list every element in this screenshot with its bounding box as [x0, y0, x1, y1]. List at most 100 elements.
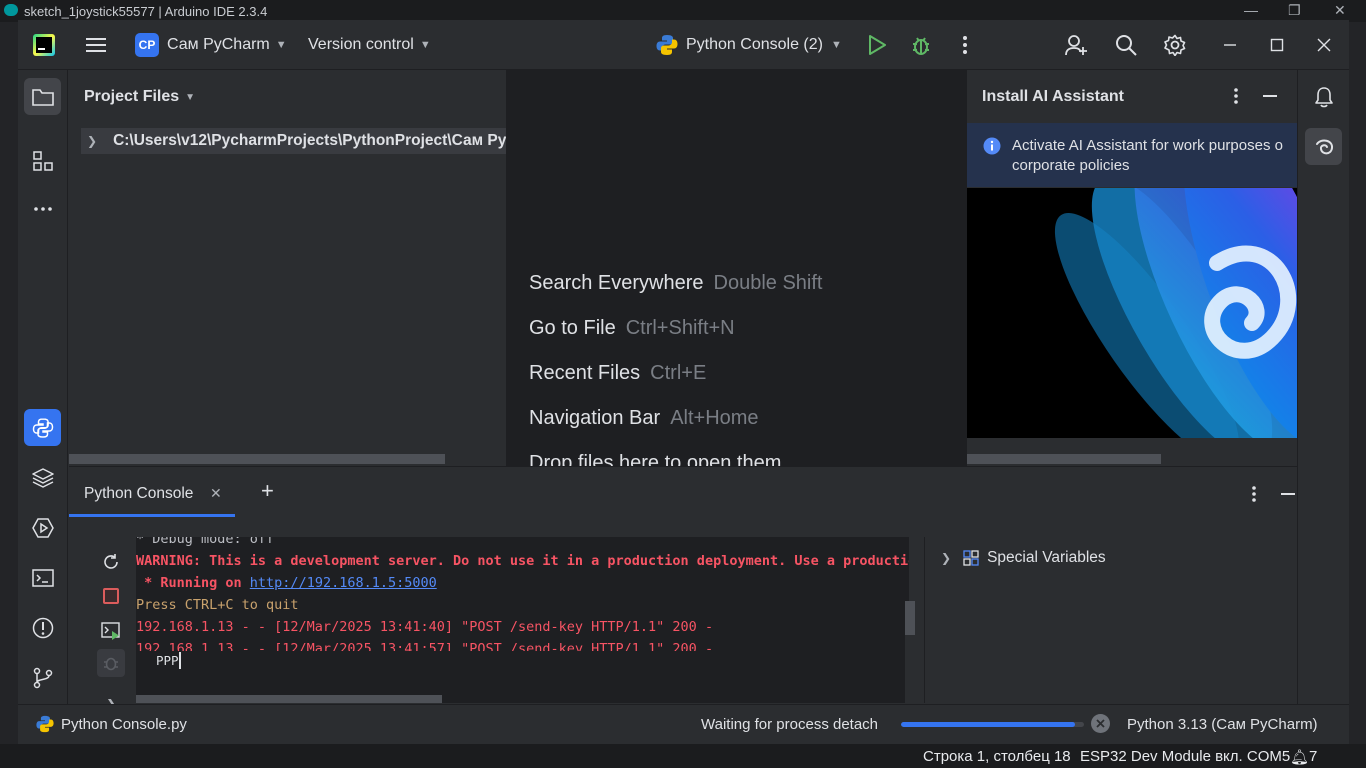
hint-search-everywhere: Search Everywhere Double Shift — [529, 272, 823, 295]
rerun-icon[interactable] — [102, 553, 120, 576]
terminal-tool-button[interactable] — [24, 559, 61, 596]
settings-gear-icon[interactable] — [1162, 32, 1188, 58]
notifications-tool-button[interactable] — [1305, 78, 1342, 115]
layers-tool-button[interactable] — [24, 459, 61, 496]
project-panel-header[interactable]: Project Files ▼ — [84, 88, 195, 106]
close-tab-icon[interactable]: ✕ — [210, 485, 222, 502]
ai-banner-line1: Activate AI Assistant for work purposes … — [1012, 137, 1283, 154]
status-file[interactable]: Python Console.py — [36, 715, 187, 733]
debug-disabled-icon — [97, 649, 125, 677]
console-execute-icon[interactable] — [101, 622, 121, 645]
arduino-close-button[interactable]: ✕ — [1334, 2, 1346, 19]
ai-banner-text: Activate AI Assistant for work purposes … — [1012, 136, 1283, 176]
status-process-text: Waiting for process detach — [701, 716, 879, 733]
chevron-right-icon[interactable]: ❯ — [941, 551, 951, 565]
services-tool-button[interactable] — [24, 509, 61, 546]
board-port[interactable]: ESP32 Dev Module вкл. COM5 — [1080, 748, 1290, 765]
ai-panel-hide-icon[interactable] — [1263, 95, 1277, 97]
chevron-right-icon[interactable]: ❯ — [87, 134, 97, 148]
run-config-label: Python Console (2) — [686, 36, 823, 53]
python-icon — [656, 35, 678, 55]
process-progress-bar — [901, 722, 1084, 727]
ai-panel-title: Install AI Assistant — [982, 88, 1124, 105]
vcs-widget[interactable]: Version control ▼ — [308, 32, 431, 58]
project-badge: CP — [135, 33, 159, 57]
stop-icon[interactable] — [103, 588, 119, 604]
hint-action: Drop files here to open them — [529, 452, 782, 466]
ai-activation-banner[interactable]: Activate AI Assistant for work purposes … — [967, 123, 1297, 187]
problems-tool-button[interactable] — [24, 609, 61, 646]
console-hide-icon[interactable] — [1281, 493, 1295, 495]
console-horizontal-scrollbar[interactable] — [136, 695, 442, 703]
chevron-down-icon: ▼ — [830, 39, 842, 51]
console-line-text: * Running on — [136, 575, 250, 591]
main-menu-icon[interactable] — [83, 32, 109, 58]
special-variables-node[interactable]: ❯ Special Variables — [941, 549, 1106, 567]
python-console-tool-button[interactable] — [24, 409, 61, 446]
layers-icon — [31, 467, 54, 488]
console-vertical-scrollbar[interactable] — [905, 601, 915, 703]
arduino-maximize-button[interactable]: ❐ — [1288, 2, 1301, 19]
console-output[interactable]: * Debug mode: off WARNING: This is a dev… — [136, 537, 909, 651]
cancel-process-icon[interactable] — [1091, 714, 1110, 733]
notifications-bell-icon[interactable]: 🔔︎ — [1290, 748, 1309, 766]
interpreter-widget[interactable]: Python 3.13 (Сам PyCharm) — [1127, 716, 1318, 733]
terminal-icon — [31, 568, 54, 587]
structure-tool-button[interactable] — [24, 142, 61, 179]
git-tool-button[interactable] — [24, 659, 61, 696]
ai-assistant-artwork — [967, 188, 1297, 438]
ai-panel-scrollbar[interactable] — [967, 454, 1161, 464]
hint-recent-files: Recent Files Ctrl+E — [529, 362, 706, 385]
console-line: WARNING: This is a development server. D… — [136, 553, 909, 569]
text-cursor — [179, 652, 181, 669]
ai-banner-line2: corporate policies — [1012, 157, 1130, 174]
left-tool-strip — [18, 70, 68, 704]
hint-shortcut: Ctrl+Shift+N — [625, 317, 735, 339]
notifications-count[interactable]: 7 — [1309, 748, 1317, 765]
arduino-minimize-button[interactable]: — — [1244, 2, 1258, 18]
project-horizontal-scrollbar[interactable] — [69, 454, 445, 464]
main-toolbar: CP Сам PyCharm ▼ Version control ▼ Pytho… — [18, 20, 1349, 70]
more-tools-button[interactable] — [24, 190, 61, 227]
hint-action: Go to File — [529, 317, 616, 339]
hint-navigation-bar: Navigation Bar Alt+Home — [529, 407, 759, 430]
tab-python-console[interactable]: Python Console ✕ — [69, 467, 235, 517]
console-link[interactable]: http://192.168.1.5:5000 — [250, 575, 437, 591]
special-variables-label: Special Variables — [987, 549, 1106, 566]
ai-panel-options-icon[interactable] — [1233, 87, 1239, 110]
project-widget[interactable]: CP Сам PyCharm ▼ — [135, 32, 287, 58]
run-config-widget[interactable]: Python Console (2) ▼ — [656, 32, 842, 58]
project-tool-button[interactable] — [24, 78, 61, 115]
hint-shortcut: Double Shift — [713, 272, 823, 294]
python-console-panel: Python Console ✕ + ❯ * Debug mode: off W… — [69, 466, 1297, 712]
minimize-window-icon[interactable] — [1217, 32, 1243, 58]
project-panel: Project Files ▼ ❯ C:\Users\v12\PycharmPr… — [69, 70, 506, 466]
services-icon — [31, 517, 54, 538]
ai-assistant-tool-button[interactable] — [1305, 128, 1342, 165]
more-actions-icon[interactable] — [952, 32, 978, 58]
arduino-logo-icon — [4, 4, 18, 16]
active-tab-underline — [69, 514, 235, 517]
console-input-area[interactable]: PPP — [136, 651, 909, 703]
info-icon — [983, 137, 1001, 155]
run-icon[interactable] — [864, 32, 890, 58]
variables-pane: ❯ Special Variables — [924, 537, 1297, 703]
chevron-down-icon: ▼ — [185, 91, 196, 103]
python-console-icon — [32, 417, 53, 438]
hint-action: Search Everywhere — [529, 272, 704, 294]
search-icon[interactable] — [1113, 32, 1139, 58]
console-options-icon[interactable] — [1251, 485, 1257, 508]
status-bar: Python Console.py Waiting for process de… — [18, 704, 1349, 744]
add-user-icon[interactable] — [1063, 32, 1089, 58]
project-root-node[interactable]: ❯ C:\Users\v12\PycharmProjects\PythonPro… — [81, 128, 506, 154]
editor-empty-area: Search Everywhere Double Shift Go to File… — [506, 70, 966, 466]
close-window-icon[interactable] — [1311, 32, 1337, 58]
arduino-window-title: sketch_1joystick55577 | Arduino IDE 2.3.… — [24, 4, 268, 19]
new-console-plus-icon[interactable]: + — [261, 478, 274, 504]
debug-icon[interactable] — [908, 32, 934, 58]
progress-fill — [901, 722, 1075, 727]
hint-drop-files: Drop files here to open them — [529, 452, 781, 466]
maximize-window-icon[interactable] — [1264, 32, 1290, 58]
ai-assistant-panel: Install AI Assistant Activate AI Assista… — [966, 70, 1297, 466]
project-name: Сам PyCharm — [167, 36, 270, 53]
